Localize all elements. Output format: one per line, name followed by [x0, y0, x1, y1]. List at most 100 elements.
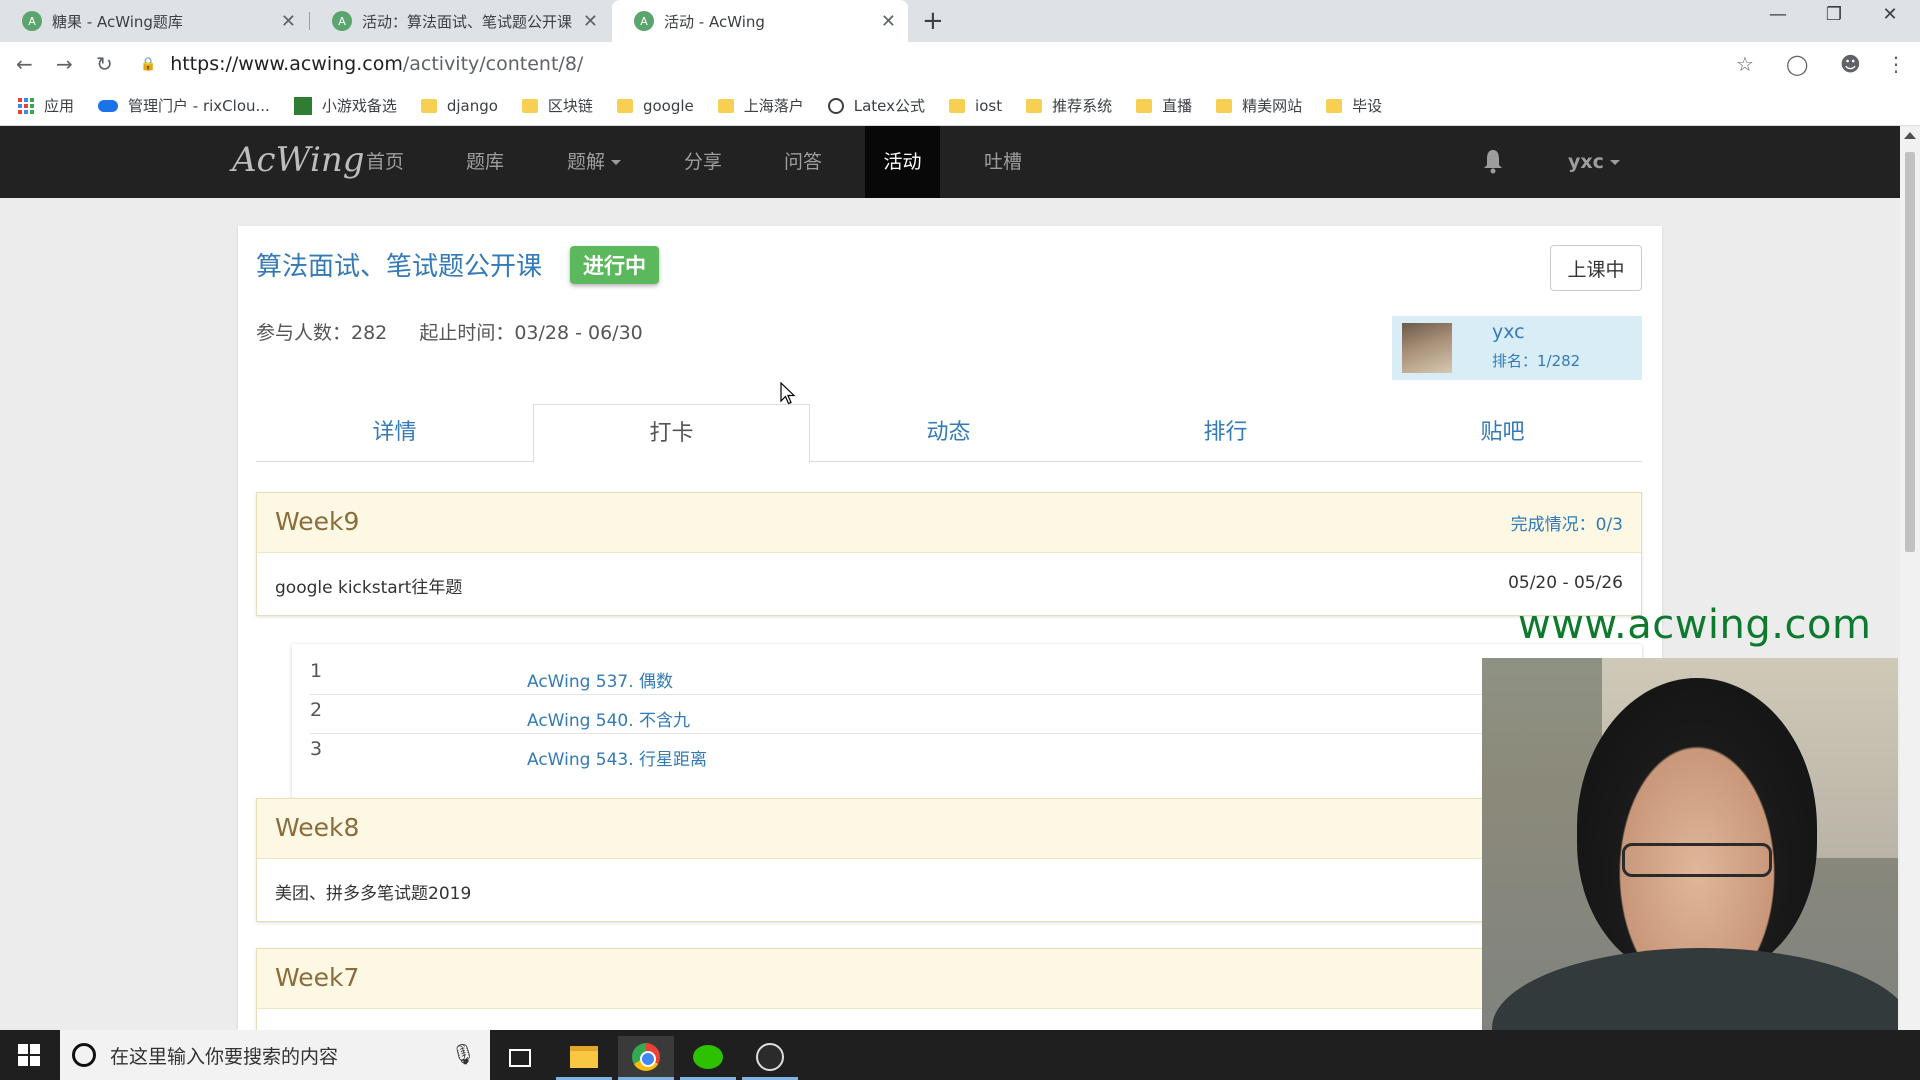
list-item: 2 AcWing 540. 不含九: [310, 695, 1620, 734]
menu-kebab-icon[interactable]: ⋮: [1886, 52, 1906, 76]
nav-feedback[interactable]: 吐槽: [968, 126, 1038, 198]
microphone-icon[interactable]: 🎙: [451, 1042, 476, 1066]
class-status-button[interactable]: 上课中: [1550, 245, 1642, 291]
close-tab-icon[interactable]: ✕: [583, 11, 598, 32]
lock-icon: 🔒: [140, 56, 157, 72]
bookmark-folder-blockchain[interactable]: 区块链: [521, 95, 593, 116]
bookmark-star-icon[interactable]: ☆: [1736, 52, 1754, 76]
bookmark-latex[interactable]: Latex公式: [827, 95, 925, 116]
nav-qa[interactable]: 问答: [768, 126, 838, 198]
windows-start-icon[interactable]: [18, 1044, 40, 1066]
nav-home[interactable]: 首页: [350, 126, 420, 198]
chrome-button[interactable]: [618, 1036, 674, 1080]
bookmark-folder-shanghai[interactable]: 上海落户: [717, 95, 804, 116]
page-scrollbar[interactable]: [1900, 126, 1920, 1030]
close-window-icon[interactable]: ✕: [1862, 4, 1918, 25]
problem-link[interactable]: AcWing 543. 行星距离: [527, 745, 707, 770]
wechat-button[interactable]: [680, 1036, 736, 1080]
problem-link[interactable]: AcWing 540. 不含九: [527, 706, 690, 731]
folder-icon: [1326, 98, 1343, 113]
site-watermark: www.acwing.com: [1518, 602, 1872, 648]
forward-arrow-icon[interactable]: →: [56, 52, 73, 76]
user-menu[interactable]: yxc: [1568, 126, 1620, 198]
grid-icon: [293, 96, 312, 115]
windows-taskbar: 在这里输入你要搜索的内容 🎙: [0, 1030, 1920, 1080]
bookmark-folder-thesis[interactable]: 毕设: [1326, 95, 1382, 116]
list-item: 1 AcWing 537. 偶数: [310, 656, 1620, 695]
tab-updates[interactable]: 动态: [810, 404, 1087, 462]
avatar[interactable]: [1402, 323, 1452, 373]
tab-ranking[interactable]: 排行: [1087, 404, 1364, 462]
minimize-window-icon[interactable]: —: [1750, 4, 1806, 25]
user-name-link[interactable]: yxc: [1492, 321, 1525, 343]
profile-avatar-icon[interactable]: ☻: [1840, 52, 1861, 76]
week-panel-7: Week7: [256, 948, 1642, 1030]
tab-title: 活动 - AcWing: [664, 12, 765, 31]
bookmark-folder-live[interactable]: 直播: [1136, 95, 1192, 116]
mouse-cursor-icon: [780, 382, 796, 405]
week-description: 美团、拼多多笔试题2019: [275, 884, 472, 904]
acwing-favicon-icon: A: [332, 11, 352, 31]
folder-icon: [717, 98, 734, 113]
bookmark-folder-sites[interactable]: 精美网站: [1216, 95, 1302, 116]
taskbar-search-box[interactable]: 在这里输入你要搜索的内容 🎙: [60, 1030, 490, 1080]
browser-tab-strip: A 糖果 - AcWing题库 ✕ A 活动：算法面试、笔试题公开课 ✕ A 活…: [0, 0, 1920, 42]
activity-title[interactable]: 算法面试、笔试题公开课: [256, 246, 542, 283]
bookmark-folder-google[interactable]: google: [616, 97, 694, 115]
bookmark-apps[interactable]: 应用: [18, 95, 74, 116]
folder-icon: [521, 98, 538, 113]
bookmark-rixcloud[interactable]: 管理门户 - rixClou...: [98, 95, 270, 116]
folder-icon: [1026, 98, 1043, 113]
bookmark-folder-iost[interactable]: iost: [949, 97, 1002, 115]
browser-tab-2[interactable]: A 活动：算法面试、笔试题公开课 ✕: [310, 0, 610, 42]
obs-button[interactable]: [742, 1036, 798, 1080]
back-arrow-icon[interactable]: ←: [16, 52, 33, 76]
close-tab-icon[interactable]: ✕: [881, 11, 896, 32]
activity-meta: 参与人数：282 起止时间：03/28 - 06/30: [256, 318, 669, 345]
week-header[interactable]: Week7: [257, 949, 1641, 1009]
browser-tab-3-active[interactable]: A 活动 - AcWing ✕: [612, 0, 908, 42]
cloud-icon: [98, 99, 119, 112]
week-description: google kickstart往年题: [275, 578, 463, 598]
scroll-up-arrow-icon[interactable]: [1904, 132, 1916, 139]
site-navbar: AcWing 首页 题库 题解 分享 问答 活动 吐槽 yxc: [0, 126, 1900, 198]
bookmark-folder-recsys[interactable]: 推荐系统: [1026, 95, 1112, 116]
nav-problems[interactable]: 题库: [450, 126, 520, 198]
bookmarks-bar: 应用 管理门户 - rixClou... 小游戏备选 django 区块链 go…: [0, 86, 1920, 126]
chrome-icon: [632, 1042, 660, 1071]
scroll-thumb[interactable]: [1905, 152, 1915, 552]
bookmark-games[interactable]: 小游戏备选: [293, 95, 397, 116]
activity-tabs: 详情 打卡 动态 排行 贴吧: [256, 404, 1642, 463]
new-tab-button[interactable]: +: [922, 6, 944, 36]
list-item: 3 AcWing 543. 行星距离: [310, 734, 1620, 773]
week-title: Week9: [275, 507, 360, 536]
problem-link[interactable]: AcWing 537. 偶数: [527, 667, 673, 692]
extension-icon[interactable]: ◯: [1786, 52, 1808, 76]
bell-icon[interactable]: [1483, 148, 1503, 174]
tab-forum[interactable]: 贴吧: [1364, 404, 1641, 462]
address-toolbar: ← → ↻ 🔒 https://www.acwing.com/activity/…: [0, 42, 1920, 86]
week-panel-8: Week8 美团、拼多多笔试题2019: [256, 798, 1642, 922]
tab-checkin[interactable]: 打卡: [533, 404, 810, 463]
status-badge: 进行中: [570, 246, 659, 284]
problem-number: 1: [310, 660, 323, 682]
browser-tab-1[interactable]: A 糖果 - AcWing题库 ✕: [0, 0, 308, 42]
url-field[interactable]: 🔒 https://www.acwing.com/activity/conten…: [140, 48, 1760, 80]
activity-card: 算法面试、笔试题公开课 进行中 上课中 参与人数：282 起止时间：03/28 …: [238, 226, 1662, 1030]
tab-details[interactable]: 详情: [256, 404, 533, 462]
week-header[interactable]: Week8: [257, 799, 1641, 859]
week-progress: 完成情况：0/3: [1510, 515, 1623, 535]
restore-window-icon[interactable]: ❐: [1806, 4, 1862, 25]
file-explorer-button[interactable]: [556, 1036, 612, 1080]
problem-number: 3: [310, 738, 323, 760]
close-tab-icon[interactable]: ✕: [281, 11, 296, 32]
bookmark-folder-django[interactable]: django: [420, 97, 498, 115]
nav-solutions[interactable]: 题解: [552, 126, 636, 198]
tab-title: 活动：算法面试、笔试题公开课: [362, 12, 573, 31]
acwing-logo[interactable]: AcWing: [232, 140, 364, 180]
nav-activity[interactable]: 活动: [865, 126, 940, 198]
week-header[interactable]: Week9 完成情况：0/3: [257, 493, 1641, 553]
nav-share[interactable]: 分享: [668, 126, 738, 198]
reload-icon[interactable]: ↻: [96, 52, 113, 76]
task-view-button[interactable]: [492, 1036, 548, 1080]
